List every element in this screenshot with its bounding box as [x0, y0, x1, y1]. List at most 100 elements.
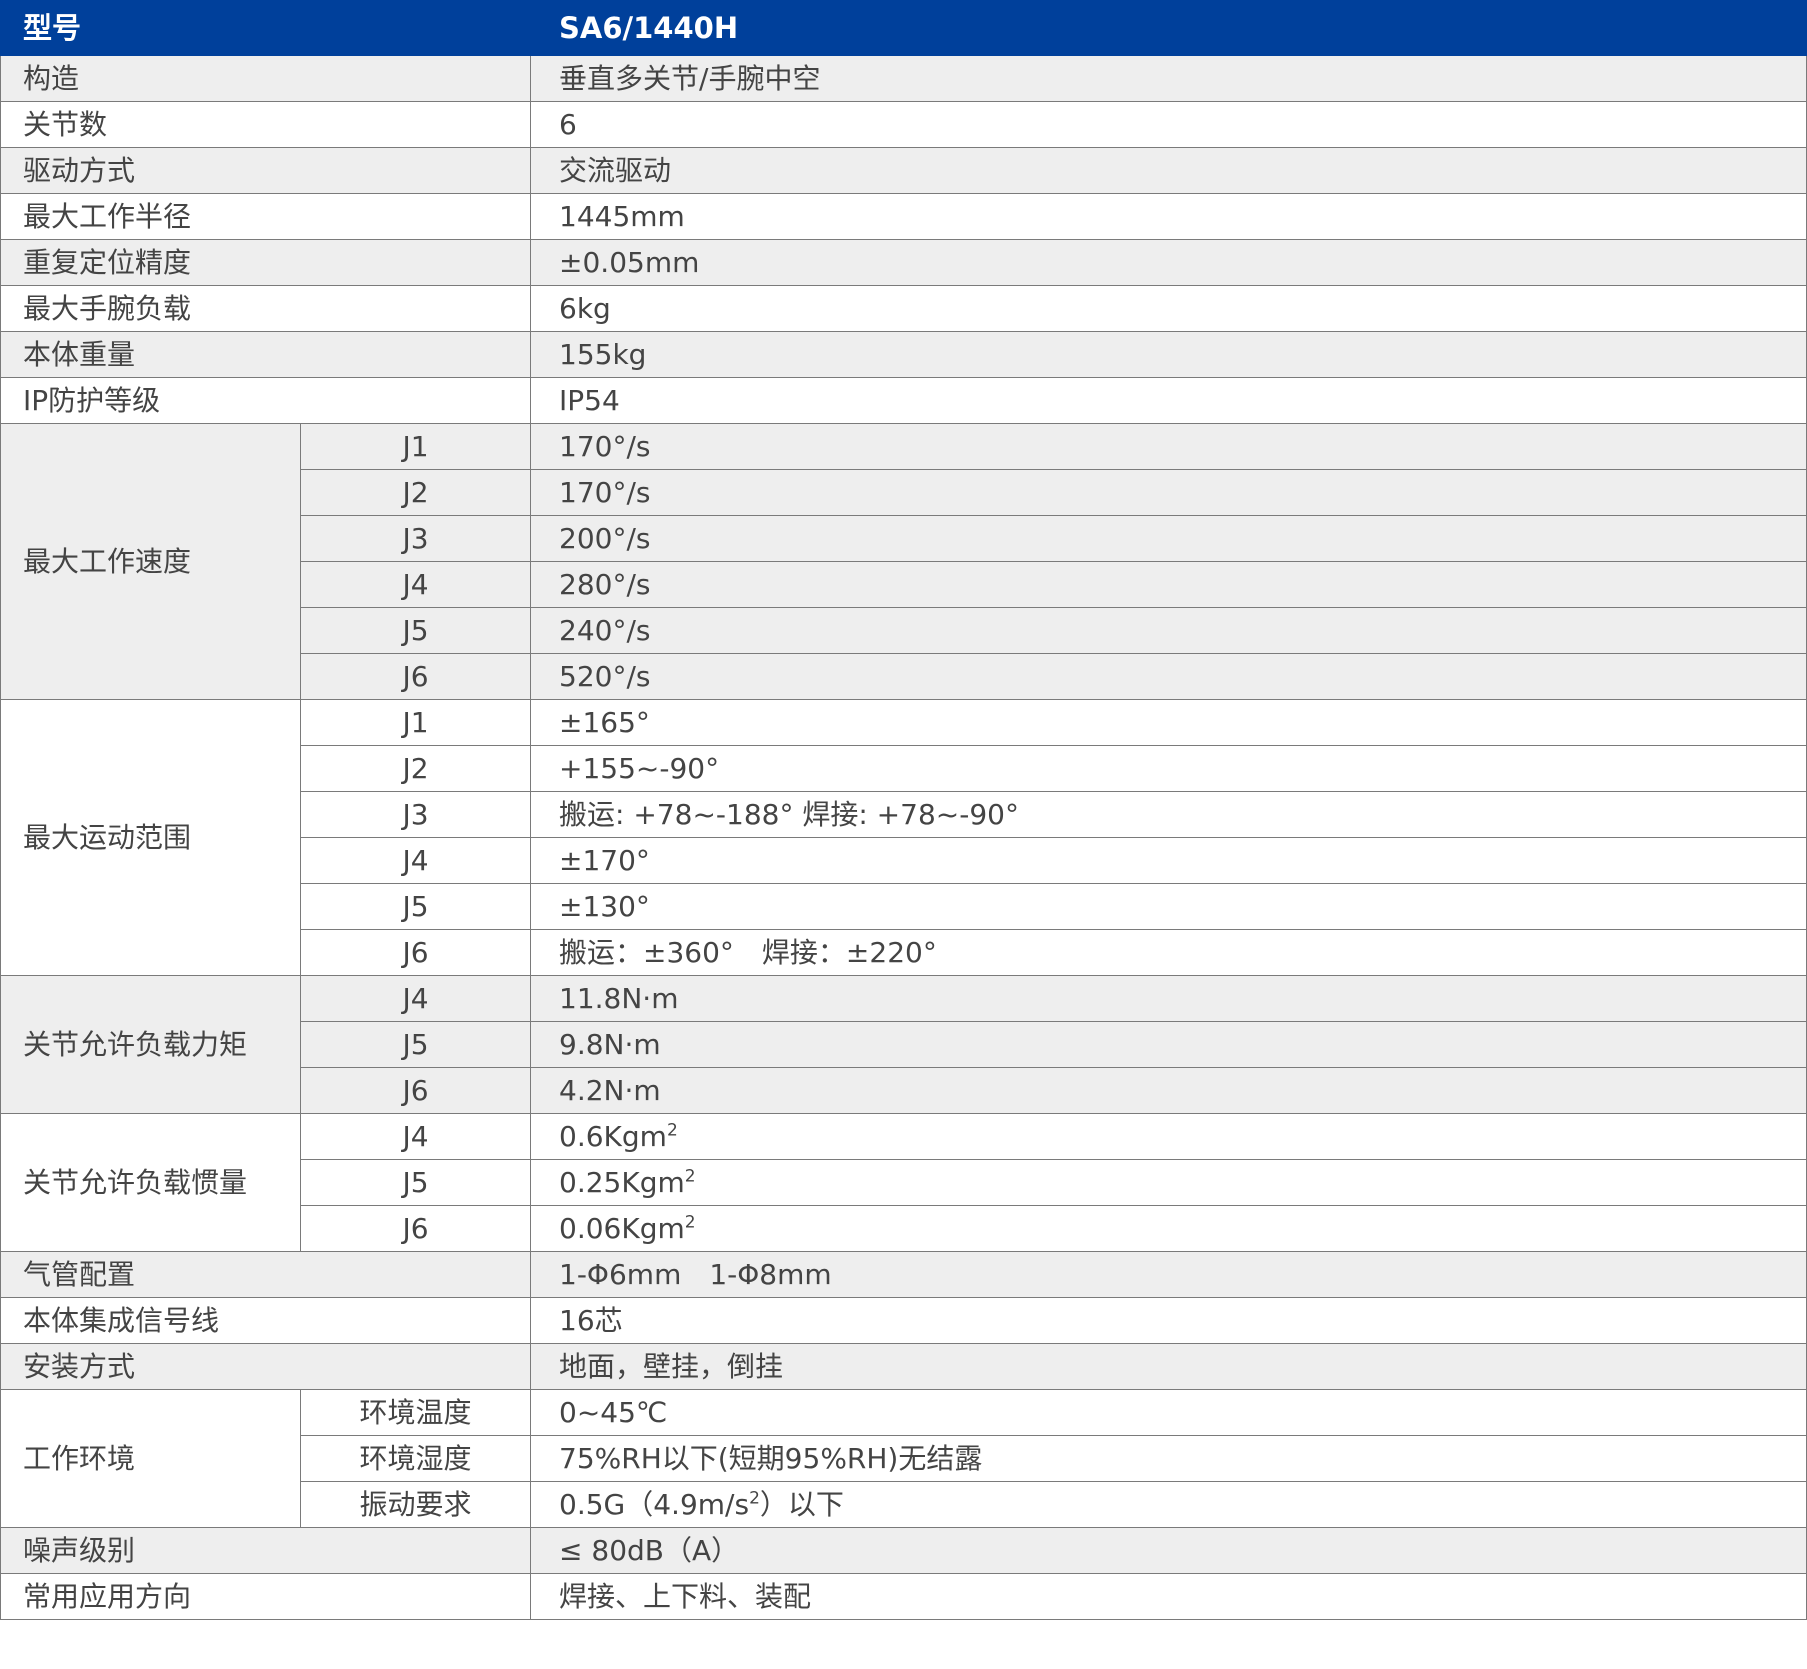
axis-value: ±170° — [530, 837, 1807, 884]
table-row: 最大手腕负载 6kg — [0, 285, 1807, 332]
table-row: 气管配置 1-Φ6mm 1-Φ8mm — [0, 1251, 1807, 1298]
axis-value: ±130° — [530, 883, 1807, 930]
table-row: IP防护等级 IP54 — [0, 377, 1807, 424]
axis-label: J3 — [299, 515, 532, 562]
table-row: 驱动方式 交流驱动 — [0, 147, 1807, 194]
axis-value: 170°/s — [530, 469, 1807, 516]
table-header: 型号 SA6/1440H — [0, 0, 1807, 56]
env-value: 0.5G（4.9m/s2）以下 — [530, 1481, 1807, 1528]
row-label: 本体重量 — [0, 331, 532, 378]
group-label-env: 工作环境 — [0, 1389, 301, 1528]
axis-label: J1 — [299, 423, 532, 470]
axis-label: J5 — [299, 1021, 532, 1068]
table-row: 最大工作半径 1445mm — [0, 193, 1807, 240]
row-value: 1445mm — [530, 193, 1807, 240]
env-label: 环境温度 — [299, 1389, 532, 1436]
row-value: 焊接、上下料、装配 — [530, 1573, 1807, 1620]
axis-value: ±165° — [530, 699, 1807, 746]
row-label: 气管配置 — [0, 1251, 532, 1298]
table-row: 构造 垂直多关节/手腕中空 — [0, 55, 1807, 102]
row-label: IP防护等级 — [0, 377, 532, 424]
env-label: 振动要求 — [299, 1481, 532, 1528]
row-value: 1-Φ6mm 1-Φ8mm — [530, 1251, 1807, 1298]
row-label: 本体集成信号线 — [0, 1297, 532, 1344]
axis-value: 搬运：±360° 焊接：±220° — [530, 929, 1807, 976]
axis-value: 4.2N·m — [530, 1067, 1807, 1114]
env-value: 0~45℃ — [530, 1389, 1807, 1436]
group-label-torque: 关节允许负载力矩 — [0, 975, 301, 1114]
axis-label: J5 — [299, 883, 532, 930]
axis-label: J5 — [299, 1159, 532, 1206]
row-label: 构造 — [0, 55, 532, 102]
table-row: 关节允许负载力矩 J4 11.8N·m — [0, 975, 1807, 1114]
axis-value: 240°/s — [530, 607, 1807, 654]
axis-label: J6 — [299, 1067, 532, 1114]
table-row: 本体集成信号线 16芯 — [0, 1297, 1807, 1344]
group-label-range: 最大运动范围 — [0, 699, 301, 976]
axis-label: J4 — [299, 837, 532, 884]
row-value: 6kg — [530, 285, 1807, 332]
axis-value: 520°/s — [530, 653, 1807, 700]
row-label: 噪声级别 — [0, 1527, 532, 1574]
inertia-unit: Kgm — [621, 1165, 685, 1199]
vibration-value: 0.5G（4.9m/s — [559, 1487, 750, 1521]
axis-value: 0.6Kgm2 — [530, 1113, 1807, 1160]
axis-value: 0.25Kgm2 — [530, 1159, 1807, 1206]
table-row: 本体重量 155kg — [0, 331, 1807, 378]
axis-label: J6 — [299, 1205, 532, 1252]
env-label: 环境湿度 — [299, 1435, 532, 1482]
header-label: 型号 — [0, 0, 532, 56]
row-value: 6 — [530, 101, 1807, 148]
axis-label: J2 — [299, 469, 532, 516]
axis-value: 280°/s — [530, 561, 1807, 608]
inertia-number: 0.25 — [559, 1165, 622, 1199]
spec-table: 型号 SA6/1440H 构造 垂直多关节/手腕中空 关节数 6 驱动方式 交流… — [0, 0, 1807, 1620]
axis-value: 200°/s — [530, 515, 1807, 562]
axis-label: J2 — [299, 745, 532, 792]
row-label: 安装方式 — [0, 1343, 532, 1390]
axis-value: 170°/s — [530, 423, 1807, 470]
axis-value: 9.8N·m — [530, 1021, 1807, 1068]
row-value: 16芯 — [530, 1297, 1807, 1344]
axis-label: J5 — [299, 607, 532, 654]
row-value: 垂直多关节/手腕中空 — [530, 55, 1807, 102]
inertia-number: 0.06 — [559, 1211, 622, 1245]
group-label-speed: 最大工作速度 — [0, 423, 301, 700]
axis-label: J1 — [299, 699, 532, 746]
table-row: 最大工作速度 J1 170°/s — [0, 423, 1807, 700]
row-label: 驱动方式 — [0, 147, 532, 194]
axis-label: J3 — [299, 791, 532, 838]
vibration-exponent: 2 — [749, 1488, 760, 1509]
axis-label: J4 — [299, 1113, 532, 1160]
row-label: 最大手腕负载 — [0, 285, 532, 332]
env-value: 75%RH以下(短期95%RH)无结露 — [530, 1435, 1807, 1482]
row-value: IP54 — [530, 377, 1807, 424]
inertia-unit: Kgm — [621, 1211, 685, 1245]
table-row: 常用应用方向 焊接、上下料、装配 — [0, 1573, 1807, 1620]
row-value: ≤ 80dB（A） — [530, 1527, 1807, 1574]
axis-label: J6 — [299, 653, 532, 700]
axis-value: 0.06Kgm2 — [530, 1205, 1807, 1252]
row-label: 最大工作半径 — [0, 193, 532, 240]
axis-label: J4 — [299, 561, 532, 608]
table-row: 关节数 6 — [0, 101, 1807, 148]
header-model: SA6/1440H — [530, 0, 1807, 56]
table-row: 最大运动范围 J1 ±165° — [0, 699, 1807, 976]
axis-label: J4 — [299, 975, 532, 1022]
table-row: 重复定位精度 ±0.05mm — [0, 239, 1807, 286]
group-label-inertia: 关节允许负载惯量 — [0, 1113, 301, 1252]
axis-value: 搬运: +78~-188° 焊接: +78~-90° — [530, 791, 1807, 838]
row-label: 重复定位精度 — [0, 239, 532, 286]
inertia-unit-exponent: 2 — [666, 1120, 678, 1141]
row-label: 常用应用方向 — [0, 1573, 532, 1620]
axis-label: J6 — [299, 929, 532, 976]
row-value: 155kg — [530, 331, 1807, 378]
table-row: 关节允许负载惯量 J4 0.6Kgm2 — [0, 1113, 1807, 1252]
table-row: 工作环境 环境温度 0~45℃ — [0, 1389, 1807, 1528]
row-value: 交流驱动 — [530, 147, 1807, 194]
row-label: 关节数 — [0, 101, 532, 148]
vibration-suffix: ）以下 — [759, 1487, 844, 1521]
inertia-unit: Kgm — [603, 1119, 667, 1153]
axis-value: 11.8N·m — [530, 975, 1807, 1022]
inertia-unit-exponent: 2 — [684, 1212, 696, 1233]
